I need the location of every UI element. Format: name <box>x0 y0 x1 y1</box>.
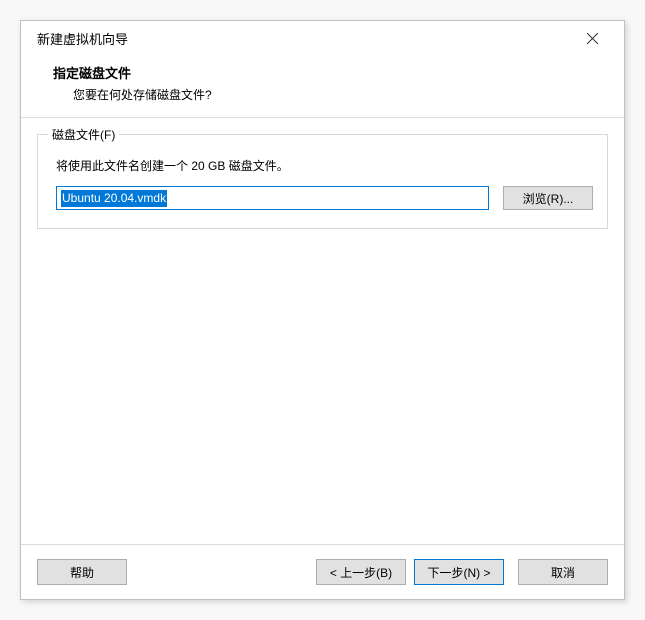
wizard-content: 磁盘文件(F) 将使用此文件名创建一个 20 GB 磁盘文件。 Ubuntu 2… <box>21 118 624 544</box>
disk-file-input[interactable]: Ubuntu 20.04.vmdk <box>56 186 489 210</box>
back-button[interactable]: < 上一步(B) <box>316 559 406 585</box>
group-label: 磁盘文件(F) <box>48 126 119 143</box>
disk-file-group: 磁盘文件(F) 将使用此文件名创建一个 20 GB 磁盘文件。 Ubuntu 2… <box>37 134 608 229</box>
help-button[interactable]: 帮助 <box>37 559 127 585</box>
close-icon <box>587 33 598 44</box>
cancel-button[interactable]: 取消 <box>518 559 608 585</box>
file-row: Ubuntu 20.04.vmdk 浏览(R)... <box>52 186 593 210</box>
close-button[interactable] <box>572 23 612 53</box>
page-subheading: 您要在何处存储磁盘文件? <box>53 86 608 103</box>
disk-file-value: Ubuntu 20.04.vmdk <box>61 190 167 207</box>
group-description: 将使用此文件名创建一个 20 GB 磁盘文件。 <box>52 157 593 174</box>
wizard-dialog: 新建虚拟机向导 指定磁盘文件 您要在何处存储磁盘文件? 磁盘文件(F) 将使用此… <box>20 20 625 600</box>
page-heading: 指定磁盘文件 <box>53 63 608 82</box>
browse-button[interactable]: 浏览(R)... <box>503 186 593 210</box>
window-title: 新建虚拟机向导 <box>37 29 572 48</box>
wizard-footer: 帮助 < 上一步(B) 下一步(N) > 取消 <box>21 544 624 599</box>
wizard-header: 指定磁盘文件 您要在何处存储磁盘文件? <box>21 55 624 118</box>
titlebar: 新建虚拟机向导 <box>21 21 624 55</box>
next-button[interactable]: 下一步(N) > <box>414 559 504 585</box>
